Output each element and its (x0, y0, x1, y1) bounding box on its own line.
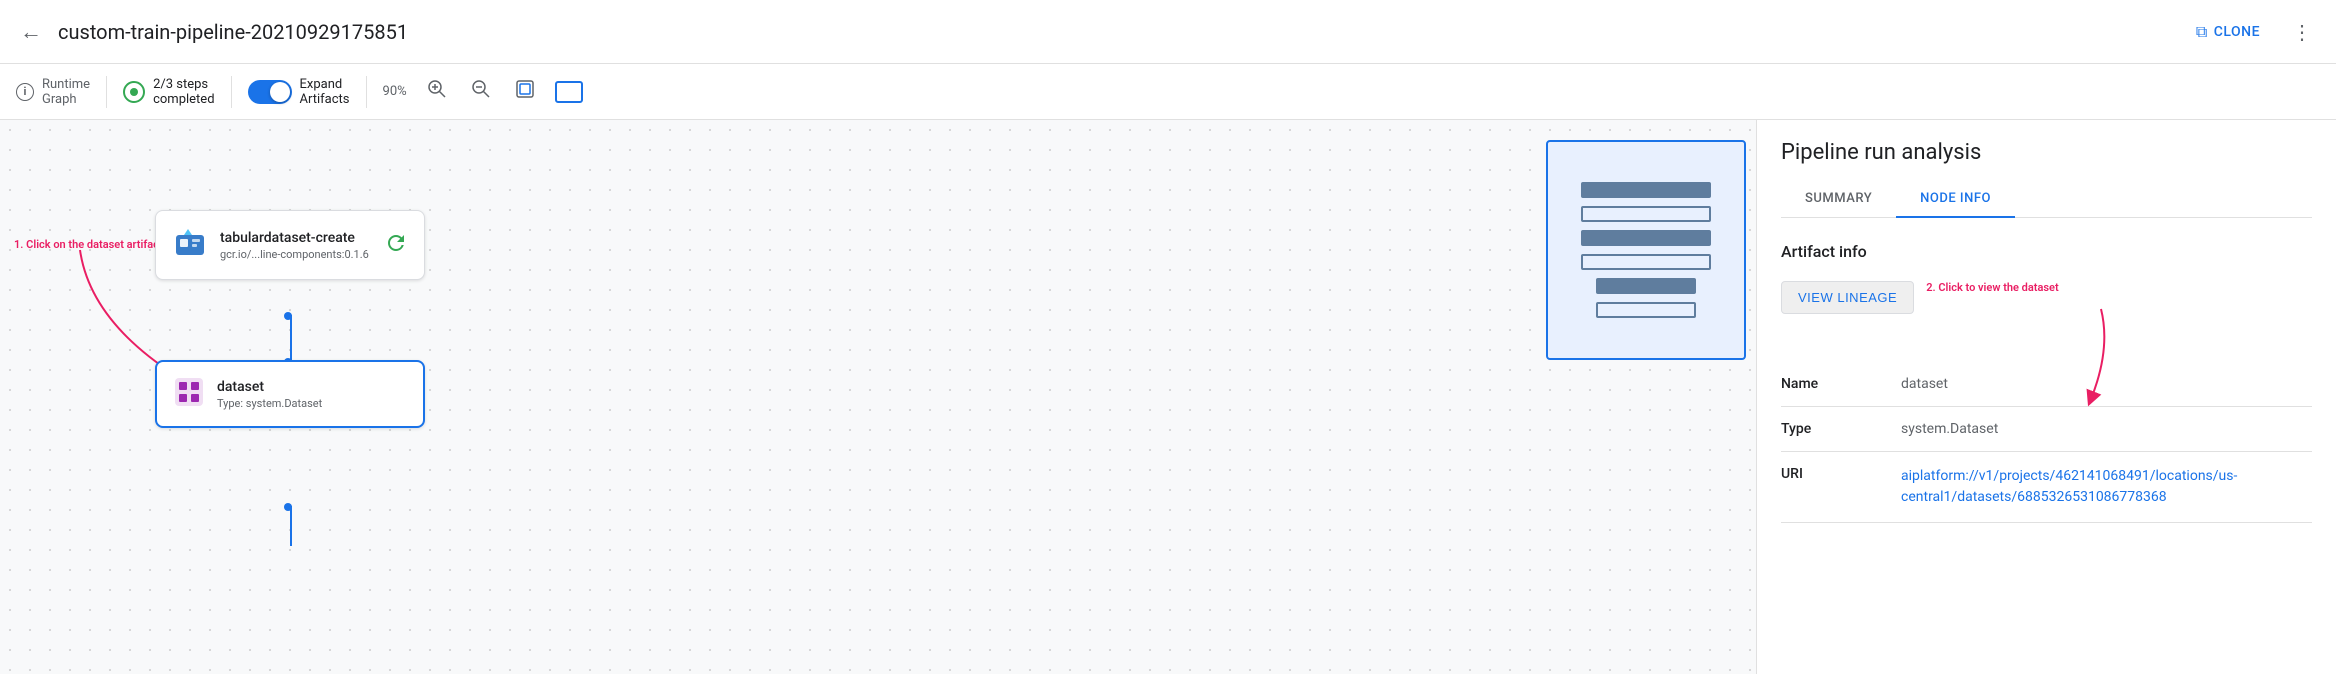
view-lineage-button[interactable]: VIEW LINEAGE (1781, 281, 1914, 314)
connector-dot-top (284, 312, 292, 320)
field-label-uri: URI (1781, 452, 1861, 523)
status-icon (123, 81, 145, 103)
zoom-out-button[interactable] (467, 77, 495, 106)
runtime-graph-item[interactable]: i RuntimeGraph (16, 77, 90, 107)
mini-bar-6 (1596, 302, 1696, 318)
back-button[interactable]: ← (16, 15, 46, 49)
expand-artifacts-label: ExpandArtifacts (300, 77, 350, 107)
mini-preview (1546, 140, 1746, 360)
node-dataset-text: dataset Type: system.Dataset (217, 379, 322, 410)
table-row-uri: URI aiplatform://v1/projects/46214106849… (1781, 452, 2312, 523)
table-row-type: Type system.Dataset (1781, 407, 2312, 452)
right-panel-title: Pipeline run analysis (1781, 140, 2312, 165)
zoom-fit-button[interactable] (511, 77, 539, 106)
main-content: 1. Click on the dataset artifact (0, 120, 2336, 674)
toggle-switch[interactable] (248, 80, 292, 104)
info-icon: i (16, 83, 34, 101)
clone-label: CLONE (2214, 24, 2260, 40)
tabs: SUMMARY NODE INFO (1781, 181, 2312, 218)
node-dataset-title: dataset (217, 379, 322, 395)
right-panel: Pipeline run analysis SUMMARY NODE INFO … (1756, 120, 2336, 674)
right-panel-body: Artifact info VIEW LINEAGE 2. Click to v… (1757, 218, 2336, 674)
graph-area[interactable]: 1. Click on the dataset artifact (0, 120, 1756, 674)
status-text: 2/3 stepscompleted (153, 77, 214, 107)
clone-icon: ⧉ (2196, 22, 2208, 42)
mini-bar-2 (1581, 206, 1711, 222)
status-item: 2/3 stepscompleted (123, 77, 214, 107)
divider2 (231, 76, 232, 108)
field-value-type: system.Dataset (1861, 407, 2312, 452)
connector-dot-bottom2 (284, 503, 292, 511)
field-label-name: Name (1781, 362, 1861, 407)
fit-screen-button[interactable] (555, 81, 583, 103)
mini-bar-5 (1596, 278, 1696, 294)
node-create-text: tabulardataset-create gcr.io/...line-com… (220, 230, 369, 261)
table-row-name: Name dataset (1781, 362, 2312, 407)
divider (106, 76, 107, 108)
lineage-row: VIEW LINEAGE 2. Click to view the datase… (1781, 281, 2312, 338)
field-value-uri[interactable]: aiplatform://v1/projects/462141068491/lo… (1861, 452, 2312, 523)
field-value-name: dataset (1861, 362, 2312, 407)
toggle-knob (270, 82, 290, 102)
node-create-icon (172, 225, 208, 265)
artifact-info-table: Name dataset Type system.Dataset URI aip… (1781, 362, 2312, 523)
mini-bar-3 (1581, 230, 1711, 246)
node-dataset-subtitle: Type: system.Dataset (217, 397, 322, 410)
node-dataset-icon (173, 376, 205, 412)
artifact-info-title: Artifact info (1781, 242, 2312, 261)
field-label-type: Type (1781, 407, 1861, 452)
expand-artifacts-toggle[interactable]: ExpandArtifacts (248, 77, 350, 107)
mini-bar-4 (1581, 254, 1711, 270)
header: ← custom-train-pipeline-20210929175851 ⧉… (0, 0, 2336, 64)
runtime-graph-label: RuntimeGraph (42, 77, 90, 107)
toolbar: i RuntimeGraph 2/3 stepscompleted Expand… (0, 64, 2336, 120)
annotation-1: 1. Click on the dataset artifact (14, 238, 163, 251)
pipeline-title: custom-train-pipeline-20210929175851 (58, 20, 2172, 44)
annotation-2: 2. Click to view the dataset (1926, 281, 2058, 294)
mini-bar-1 (1581, 182, 1711, 198)
uri-link[interactable]: aiplatform://v1/projects/462141068491/lo… (1901, 468, 2237, 505)
tab-node-info[interactable]: NODE INFO (1896, 181, 2015, 218)
zoom-level: 90% (383, 84, 407, 99)
node-create-title: tabulardataset-create (220, 230, 369, 246)
node-refresh-button[interactable] (384, 231, 408, 260)
zoom-in-button[interactable] (423, 77, 451, 106)
more-button[interactable]: ⋮ (2284, 16, 2320, 48)
divider3 (366, 76, 367, 108)
node-create-subtitle: gcr.io/...line-components:0.1.6 (220, 248, 369, 261)
node-create[interactable]: tabulardataset-create gcr.io/...line-com… (155, 210, 425, 280)
right-panel-header: Pipeline run analysis SUMMARY NODE INFO (1757, 120, 2336, 218)
clone-button[interactable]: ⧉ CLONE (2184, 16, 2272, 48)
connector-bottom (290, 506, 292, 546)
tab-summary[interactable]: SUMMARY (1781, 181, 1896, 218)
node-dataset[interactable]: dataset Type: system.Dataset (155, 360, 425, 428)
connector-line (290, 315, 292, 363)
